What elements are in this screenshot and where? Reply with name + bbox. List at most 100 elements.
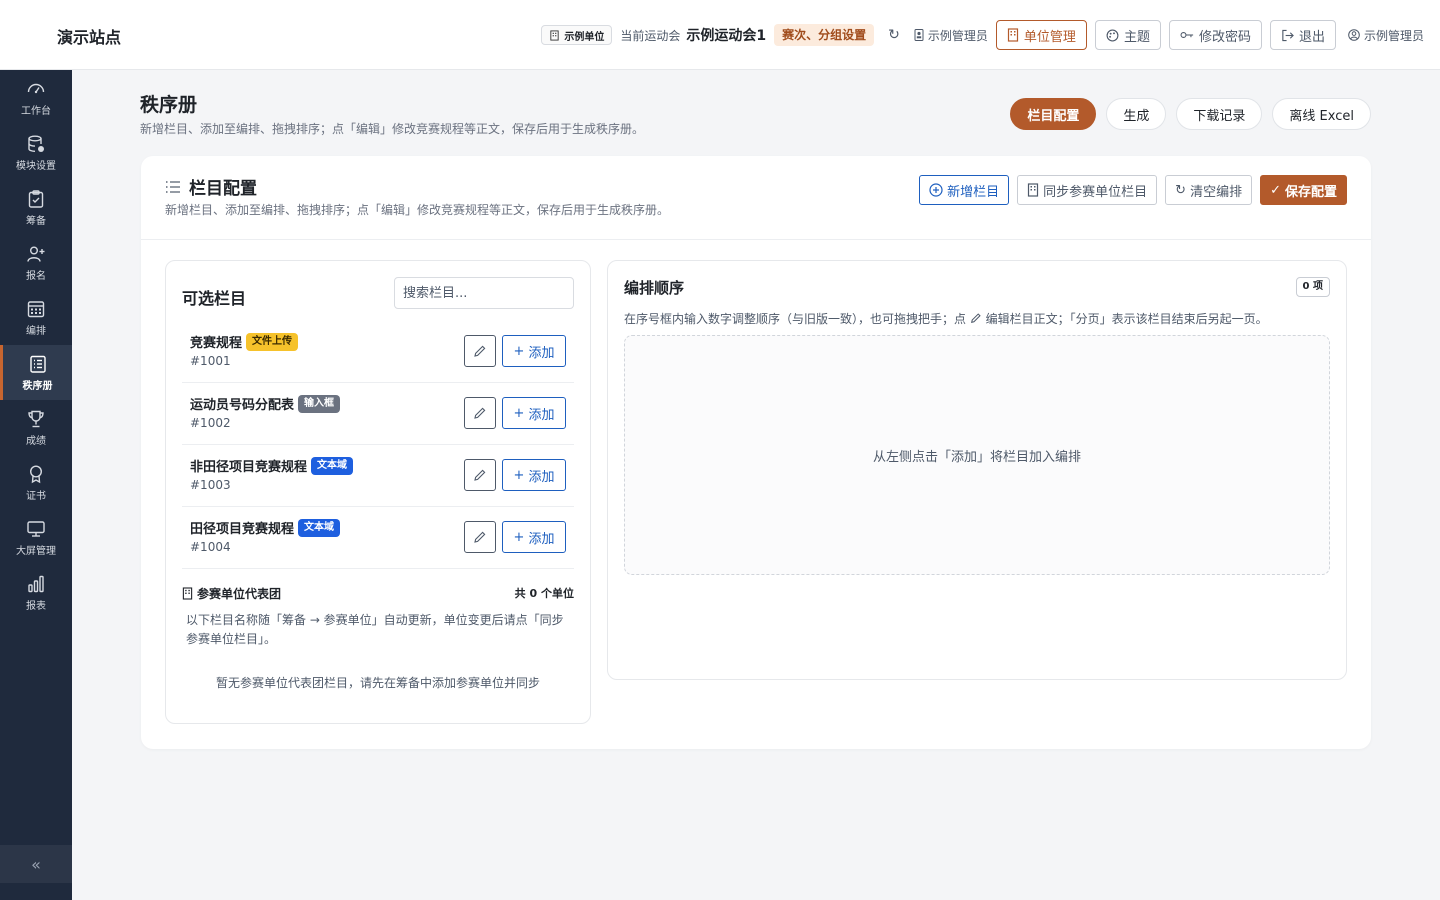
page-title: 秩序册 [140,94,198,116]
add-label: 添加 [528,469,555,485]
unit-manage-button[interactable]: 单位管理 [995,20,1087,50]
change-password-label: 修改密码 [1198,29,1251,45]
sidebar-item-reports[interactable]: 报表 [0,565,72,620]
card-actions: 新增栏目 同步参赛单位栏目 ↻ 清空编排 ✓ 保存配置 [919,175,1347,205]
type-badge: 文本域 [298,518,341,537]
add-to-schedule-button[interactable]: + 添加 [502,459,566,491]
theme-label: 主题 [1123,29,1150,45]
id-card-icon [914,29,924,41]
add-to-schedule-button[interactable]: + 添加 [502,335,566,367]
pencil-icon [474,469,486,481]
column-name-row: 田径项目竞赛规程 文本域 [190,518,341,537]
pencil-icon [970,313,981,323]
gauge-icon [27,83,45,93]
sync-units-label: 同步参赛单位栏目 [1043,184,1148,200]
column-name: 非田径项目竞赛规程 [190,460,308,475]
sidebar-item-results[interactable]: 成绩 [0,400,72,455]
logout-label: 退出 [1298,29,1325,45]
save-config-button[interactable]: ✓ 保存配置 [1260,175,1347,205]
schedule-drop-zone[interactable]: 从左侧点击「添加」将栏目加入编排 [624,335,1330,575]
sync-units-button[interactable]: 同步参赛单位栏目 [1017,175,1158,205]
add-to-schedule-button[interactable]: + 添加 [502,521,566,553]
add-column-button[interactable]: 新增栏目 [919,175,1010,205]
logout-button[interactable]: 退出 [1269,20,1336,50]
edit-column-button[interactable] [464,335,496,367]
type-badge: 文本域 [311,456,354,475]
column-search-input[interactable] [394,277,574,309]
add-label: 添加 [528,407,555,423]
plus-icon: + [513,529,525,545]
user-menu[interactable]: 示例管理员 [1348,27,1424,44]
column-name: 田径项目竞赛规程 [190,522,295,537]
sidebar-item-screen-manage[interactable]: 大屏管理 [0,510,72,565]
sidebar-item-preparation[interactable]: 筹备 [0,180,72,235]
edit-column-button[interactable] [464,397,496,429]
pencil-icon [474,345,486,357]
theme-button[interactable]: 主题 [1094,20,1161,50]
representatives-section: 参赛单位代表团 共 0 个单位 以下栏目名称随「筹备 → 参赛单位」自动更新，单… [182,583,574,691]
save-config-label: 保存配置 [1284,184,1337,200]
sidebar-item-certificates[interactable]: 证书 [0,455,72,510]
add-column-label: 新增栏目 [947,184,1000,200]
header-toolbar: 示例单位 当前运动会 示例运动会1 赛次、分组设置 ↻ 示例管理员 单位管理 主… [541,19,1424,51]
list-item: 运动员号码分配表 输入框 #1002 + 添加 [182,383,574,445]
column-name-row: 运动员号码分配表 输入框 [190,394,341,413]
sidebar-item-label: 成绩 [26,435,46,447]
unit-tag-label: 示例单位 [564,31,605,43]
refresh-icon[interactable]: ↻ [888,27,900,43]
trophy-icon [28,410,44,427]
column-id: #1004 [190,540,231,554]
sidebar-item-label: 模块设置 [16,160,56,172]
round-setting-tag[interactable]: 赛次、分组设置 [774,24,875,46]
add-to-schedule-button[interactable]: + 添加 [502,397,566,429]
sidebar-item-module-settings[interactable]: 模块设置 [0,125,72,180]
list-item: 田径项目竞赛规程 文本域 #1004 + 添加 [182,507,574,569]
tab-offline-excel[interactable]: 离线 Excel [1272,98,1371,130]
unit-manage-label: 单位管理 [1023,29,1076,45]
column-id: #1003 [190,478,231,492]
list-doc-icon [29,355,46,373]
available-columns-panel: 可选栏目 竞赛规程 文件上传 #1001 + 添加 运动员号码分配表 [165,260,591,724]
sidebar-item-registration[interactable]: 报名 [0,235,72,290]
schedule-order-description: 在序号框内输入数字调整顺序（与旧版一致），也可拖拽把手；点 编辑栏目正文；「分页… [624,310,1268,327]
admin-label: 示例管理员 [927,28,988,43]
database-icon [28,135,44,152]
sidebar-item-workbench[interactable]: 工作台 [0,70,72,125]
unit-tag[interactable]: 示例单位 [541,25,613,45]
column-name-row: 非田径项目竞赛规程 文本域 [190,456,354,475]
description-suffix: 编辑栏目正文；「分页」表示该栏目结束后另起一页。 [985,312,1268,326]
user-name: 示例管理员 [1363,28,1424,43]
tab-generate[interactable]: 生成 [1106,98,1167,130]
schedule-order-panel: 编排顺序 0 项 在序号框内输入数字调整顺序（与旧版一致），也可拖拽把手；点 编… [607,260,1347,680]
current-meet[interactable]: 示例运动会1 [686,25,766,45]
edit-column-button[interactable] [464,521,496,553]
sidebar-collapse-button[interactable]: « [0,845,72,883]
tab-download-records[interactable]: 下载记录 [1176,98,1263,130]
sidebar-item-label: 证书 [26,490,46,502]
column-id: #1001 [190,354,231,368]
representatives-header: 参赛单位代表团 共 0 个单位 [182,583,574,603]
sidebar-item-order-book[interactable]: 秩序册 [0,345,72,400]
palette-icon [1106,29,1119,41]
award-icon [29,464,43,483]
check-icon: ✓ [1270,182,1281,198]
key-icon [1180,32,1194,38]
sidebar-item-label: 编排 [26,325,46,337]
reset-icon: ↻ [1175,182,1187,198]
card-header: 栏目配置 新增栏目、添加至编排、拖拽排序；点「编辑」修改竞赛规程等正文，保存后用… [141,156,1371,240]
monitor-icon [27,520,45,537]
plus-icon: + [513,467,525,483]
page-description: 新增栏目、添加至编排、拖拽排序；点「编辑」修改竞赛规程等正文，保存后用于生成秩序… [140,122,645,136]
double-chevron-left-icon: « [31,854,41,874]
schedule-count-badge: 0 项 [1295,277,1330,297]
building-icon [550,29,560,41]
change-password-button[interactable]: 修改密码 [1168,20,1262,50]
representatives-count: 共 0 个单位 [514,587,574,600]
clear-schedule-button[interactable]: ↻ 清空编排 [1165,175,1253,205]
edit-column-button[interactable] [464,459,496,491]
plus-icon: + [513,343,525,359]
column-name-row: 竞赛规程 文件上传 [190,332,299,351]
sidebar-item-scheduling[interactable]: 编排 [0,290,72,345]
tab-column-config[interactable]: 栏目配置 [1010,98,1097,130]
sidebar-item-label: 筹备 [26,215,46,227]
